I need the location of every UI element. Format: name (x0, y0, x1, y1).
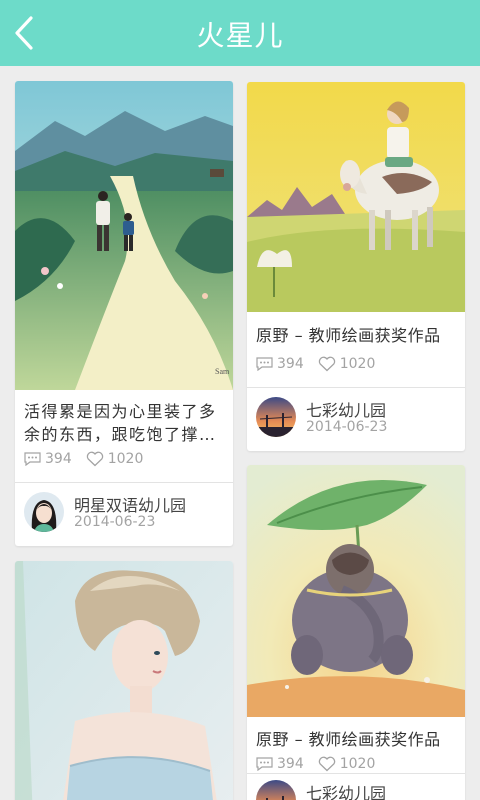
card-caption: 活得累是因为心里装了多余的东西，跟吃饱了撑的是一样的。 (24, 402, 217, 444)
divider (247, 773, 465, 774)
divider (247, 387, 465, 388)
image-signature: Sam (215, 367, 230, 376)
card-stats: 394 1020 (24, 449, 157, 469)
comment-count-value: 394 (277, 756, 304, 772)
card-image[interactable] (247, 82, 465, 312)
divider (15, 482, 233, 483)
feed-card[interactable]: Sam 活得累是因为心里装了多余的东西，跟吃饱了撑的是一样的。 394 1020 (15, 81, 233, 546)
avatar (256, 780, 296, 800)
feed-card[interactable]: 原野 – 教师绘画获奖作品 394 1020 (247, 465, 465, 800)
comment-icon (256, 757, 273, 771)
author-name: 七彩幼儿园 (306, 401, 387, 420)
card-image[interactable]: Sam (15, 81, 233, 390)
heart-icon (318, 756, 335, 772)
feed-card[interactable] (15, 561, 233, 800)
card-image[interactable] (15, 561, 233, 800)
card-stats: 394 1020 (256, 354, 389, 374)
card-image[interactable] (247, 465, 465, 717)
card-caption: 原野 – 教师绘画获奖作品 (256, 730, 441, 749)
card-stats: 394 1020 (256, 754, 389, 774)
comment-count[interactable]: 394 (256, 356, 304, 372)
comment-icon (256, 357, 273, 371)
page-title: 火星儿 (196, 19, 284, 52)
comment-icon (24, 452, 41, 466)
comment-count[interactable]: 394 (256, 756, 304, 772)
author-name: 明星双语幼儿园 (74, 496, 187, 515)
avatar (256, 397, 296, 437)
heart-icon (318, 356, 335, 372)
post-date: 2014-06-23 (306, 419, 388, 435)
like-count-value: 1020 (339, 756, 376, 772)
comment-count[interactable]: 394 (24, 451, 72, 467)
author-name: 七彩幼儿园 (306, 784, 387, 800)
avatar (24, 492, 64, 532)
app-header: 火星儿 (0, 0, 480, 66)
comment-count-value: 394 (45, 451, 72, 467)
post-date: 2014-06-23 (74, 514, 156, 530)
heart-icon (86, 451, 103, 467)
comment-count-value: 394 (277, 356, 304, 372)
like-count-value: 1020 (107, 451, 144, 467)
like-count[interactable]: 1020 (318, 356, 376, 372)
like-count[interactable]: 1020 (86, 451, 144, 467)
card-caption: 原野 – 教师绘画获奖作品 (256, 326, 441, 345)
feed-card[interactable]: 原野 – 教师绘画获奖作品 394 1020 (247, 82, 465, 451)
like-count[interactable]: 1020 (318, 756, 376, 772)
like-count-value: 1020 (339, 356, 376, 372)
